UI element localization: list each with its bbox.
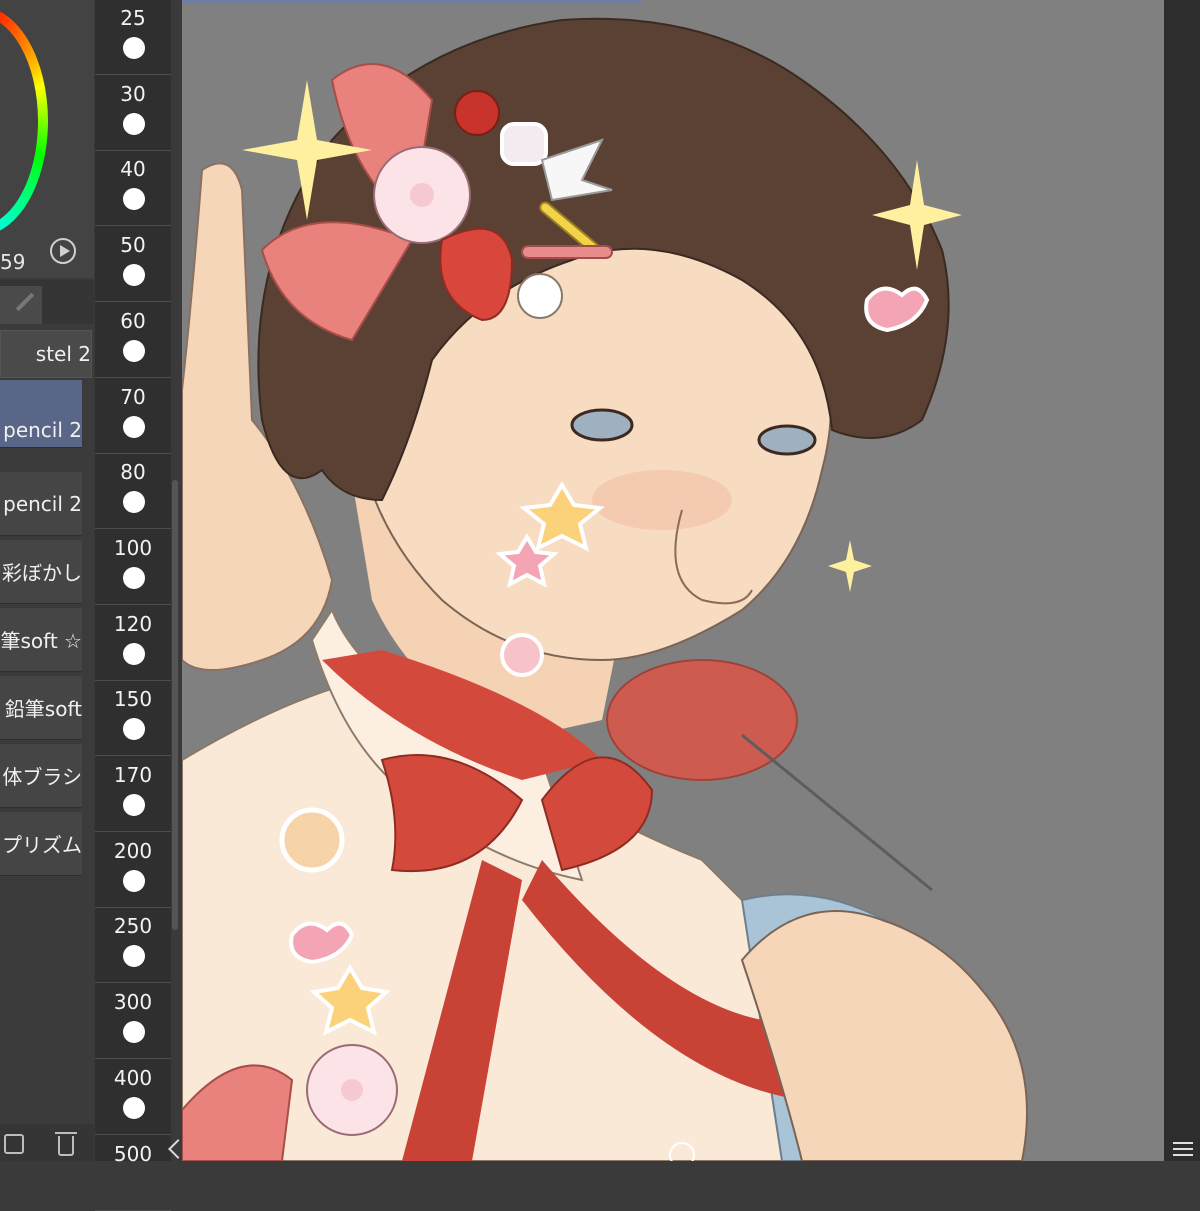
brush-size-label: 40	[120, 157, 146, 182]
brush-item-label: stel 2	[35, 342, 91, 366]
right-panel	[1164, 0, 1200, 1161]
brush-item[interactable]: 体ブラシ	[0, 744, 82, 808]
hamburger-menu-icon[interactable]	[1173, 1142, 1193, 1156]
brush-size-option[interactable]: 40	[95, 151, 171, 227]
brush-size-option[interactable]: 50	[95, 227, 171, 303]
brush-item[interactable]: 筆soft ☆	[0, 608, 82, 672]
brush-size-dot	[123, 1021, 145, 1044]
brush-size-label: 60	[120, 308, 146, 333]
brush-size-label: 80	[120, 460, 146, 485]
brush-size-dot	[123, 339, 145, 362]
play-circle-icon[interactable]	[50, 238, 76, 264]
brush-item[interactable]: 彩ぼかし	[0, 540, 82, 604]
brush-size-label: 100	[113, 535, 153, 560]
brush-size-dot	[123, 869, 145, 892]
brush-size-option[interactable]: 100	[95, 530, 171, 605]
brush-size-option[interactable]: 25	[95, 0, 171, 75]
brush-size-dot	[123, 718, 145, 741]
sakura-flower-center	[410, 183, 434, 207]
brush-size-dot	[123, 1096, 145, 1119]
brush-size-option[interactable]: 400	[95, 1060, 171, 1135]
brush-size-label: 400	[113, 1065, 153, 1090]
cat-sticker	[500, 122, 548, 166]
brush-size-option[interactable]: 170	[95, 757, 171, 832]
brush-size-label: 120	[113, 611, 153, 636]
brush-size-option[interactable]: 150	[95, 681, 171, 757]
brush-item-label: 体ブラシ	[2, 765, 82, 789]
brush-size-option[interactable]: 80	[95, 454, 171, 530]
blush	[592, 470, 732, 530]
sparkle	[828, 540, 872, 592]
tool-tab-row	[0, 280, 94, 324]
brush-size-dot	[123, 264, 145, 287]
brush-size-label: 150	[113, 687, 153, 712]
brush-size-dot	[123, 37, 145, 59]
brush-size-label: 250	[113, 914, 153, 939]
brush-item-label: 筆soft ☆	[0, 629, 82, 653]
brush-size-label: 30	[120, 81, 146, 106]
hue-value-readout: 59	[0, 250, 26, 274]
brush-size-dot	[123, 642, 145, 665]
brush-size-dot	[123, 415, 145, 438]
brush-size-dot	[123, 112, 145, 135]
brush-size-dot	[123, 945, 145, 968]
brush-size-label: 300	[113, 990, 153, 1015]
lollipop-stick	[741, 733, 933, 892]
brush-item[interactable]: stel 2	[0, 330, 92, 378]
paw-sticker	[279, 807, 345, 873]
brush-panel: 59 stel 2 r pencil 2 r pencil 2 彩ぼかし 筆so…	[0, 0, 94, 1161]
left-eye	[570, 408, 634, 442]
brush-size-strip: 25 30 40 50 60 70 80 100 120 150 170 200 250 300 400 50…	[95, 0, 171, 1211]
brush-size-option[interactable]: 250	[95, 908, 171, 984]
brush-item[interactable]: r pencil 2	[0, 472, 82, 536]
illustration	[182, 17, 1028, 1161]
brush-item[interactable]: プリズム	[0, 812, 82, 876]
right-eye	[757, 424, 817, 456]
brush-item-label: r pencil 2	[0, 417, 82, 442]
brush-panel-toolbar	[0, 1124, 94, 1161]
paw-sticker	[500, 633, 544, 677]
canvas[interactable]	[182, 0, 1164, 1161]
brush-size-label: 200	[113, 838, 153, 863]
brush-size-label: 170	[113, 763, 153, 787]
pen-icon	[15, 292, 35, 312]
brush-item-label: r pencil 2	[0, 491, 82, 516]
brush-size-option[interactable]: 60	[95, 303, 171, 378]
color-wheel-panel: 59	[0, 0, 94, 278]
sakura-flower-center	[341, 1079, 363, 1101]
tab-brush-tool[interactable]	[0, 286, 42, 324]
trash-icon[interactable]	[55, 1132, 77, 1156]
brush-size-label: 50	[120, 233, 146, 258]
brush-size-dot	[123, 188, 145, 211]
brush-size-option[interactable]: 500	[95, 1136, 171, 1211]
duplicate-icon[interactable]	[4, 1134, 24, 1154]
brush-size-option[interactable]: 120	[95, 606, 171, 681]
pink-clip	[521, 245, 613, 259]
brush-size-dot	[123, 491, 145, 514]
paw-sticker	[517, 273, 563, 319]
brush-size-option[interactable]: 300	[95, 984, 171, 1060]
brush-item-label: 彩ぼかし	[2, 561, 82, 585]
hue-ring[interactable]	[0, 6, 48, 236]
brush-item-label: 鉛筆soft	[4, 697, 82, 721]
brush-item[interactable]: 鉛筆soft	[0, 676, 82, 740]
apple	[454, 90, 500, 136]
lollipop-candy	[606, 659, 798, 781]
brush-size-dot	[123, 566, 145, 589]
brush-size-option[interactable]: 200	[95, 833, 171, 908]
brush-size-label: 500	[113, 1141, 153, 1166]
brush-size-label: 25	[120, 6, 146, 30]
brush-size-label: 70	[120, 384, 146, 409]
brush-item-selected[interactable]: r pencil 2	[0, 380, 82, 448]
brush-size-option[interactable]: 30	[95, 76, 171, 151]
brush-list-scrollbar[interactable]	[172, 480, 178, 930]
brush-item-label: プリズム	[2, 833, 82, 857]
brush-size-dot	[123, 794, 145, 816]
brush-size-option[interactable]: 70	[95, 379, 171, 454]
